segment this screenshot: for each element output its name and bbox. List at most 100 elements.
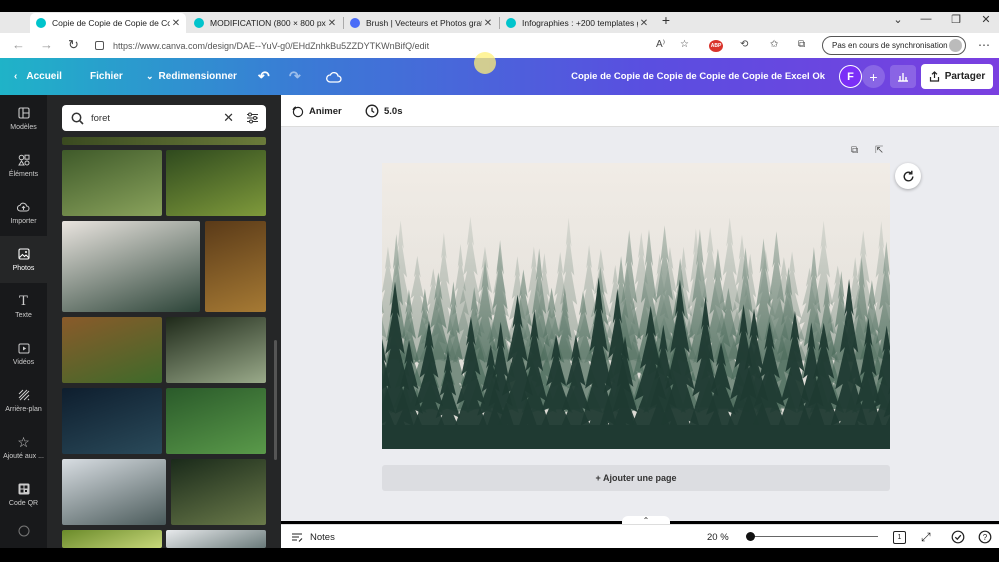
browser-tab-active[interactable]: Copie de Copie de Copie de Cop ✕ (30, 13, 186, 33)
rail-label: Ajouté aux ... (3, 452, 44, 460)
rail-item-text[interactable]: T Texte (0, 283, 47, 330)
search-field[interactable]: foret ✕ (62, 105, 266, 131)
context-toolbar: Animer 5.0s (281, 95, 999, 127)
forest-floor (382, 425, 890, 449)
sync-label: Pas en cours de synchronisation (832, 41, 948, 50)
rail-item-videos[interactable]: Vidéos (0, 330, 47, 377)
photo-misty-pine-forest[interactable] (62, 221, 200, 312)
add-page-button[interactable]: + Ajouter une page (382, 465, 890, 491)
sync-status-button[interactable]: Pas en cours de synchronisation (822, 36, 966, 55)
check-circle-icon[interactable] (951, 525, 965, 549)
close-tab-icon[interactable]: ✕ (170, 18, 182, 29)
elements-icon (17, 154, 30, 167)
cloud-save-icon[interactable] (326, 58, 342, 95)
rail-label: Photos (12, 264, 35, 272)
photo-forest-trunks[interactable] (62, 150, 162, 216)
rail-item-starred[interactable]: ☆ Ajouté aux ... (0, 424, 47, 471)
add-page-icon[interactable]: ⇱ (875, 145, 883, 156)
browser-tab[interactable]: MODIFICATION (800 × 800 px) - ✕ (188, 13, 342, 33)
rail-label: Éléments (8, 170, 39, 178)
share-button[interactable]: Partager (921, 64, 993, 89)
close-window-icon[interactable]: ✕ (976, 13, 996, 26)
file-menu-button[interactable]: Fichier (90, 58, 123, 95)
favorites-icon[interactable]: ✩ (770, 39, 778, 50)
star-icon: ☆ (17, 433, 30, 450)
rail-item-photos[interactable]: Photos (0, 236, 47, 283)
user-avatar[interactable]: F (839, 65, 862, 88)
zoom-slider-track[interactable] (750, 536, 878, 537)
help-icon[interactable]: ? (978, 525, 992, 549)
photo-top-strip[interactable] (62, 137, 266, 145)
favorite-star-icon[interactable]: ☆ (680, 39, 689, 50)
invite-plus-button[interactable]: + (862, 65, 885, 88)
photo-dense-green-trees[interactable] (166, 388, 266, 454)
collections-icon[interactable]: ⧉ (798, 39, 805, 50)
share-upload-icon (929, 71, 939, 82)
browser-tab[interactable]: Brush | Vecteurs et Photos gratu ✕ (344, 13, 498, 33)
rail-item-qr-code[interactable]: Code QR (0, 471, 47, 518)
rail-item-upload[interactable]: Importer (0, 189, 47, 236)
back-icon[interactable]: ← (12, 37, 25, 52)
home-label: Accueil (26, 71, 62, 82)
reload-icon[interactable]: ↻ (68, 37, 79, 53)
adblock-icon[interactable]: ABP (709, 40, 723, 52)
rail-item-more-apps[interactable] (0, 518, 47, 548)
fullscreen-icon[interactable]: ⤢ (921, 525, 931, 549)
url-field[interactable]: https://www.canva.com/design/DAE--YuV-g0… (95, 36, 695, 55)
clock-icon (365, 104, 379, 118)
tab-search-icon[interactable]: ⌄ (888, 13, 908, 26)
upload-icon (17, 201, 30, 214)
search-input[interactable]: foret (91, 113, 223, 124)
rail-item-templates[interactable]: Modèles (0, 95, 47, 142)
resize-button[interactable]: ⌄ Redimensionner (146, 58, 237, 95)
maximize-icon[interactable]: ❐ (946, 13, 966, 26)
extension-icon[interactable]: ⟲ (740, 39, 748, 50)
apps-icon (17, 525, 30, 538)
notes-button[interactable]: Notes (291, 525, 335, 549)
panel-scrollbar[interactable] (274, 340, 277, 460)
browser-tab[interactable]: Infographies : +200 templates g ✕ (500, 13, 654, 33)
page-count-button[interactable]: 1 (893, 525, 906, 549)
resize-icon: ⌄ (146, 71, 154, 81)
rail-item-elements[interactable]: Éléments (0, 142, 47, 189)
photo-forest-path-autumn[interactable] (205, 221, 266, 312)
refresh-button[interactable] (895, 163, 921, 189)
photo-snowy-forest[interactable] (166, 530, 266, 548)
photo-forest-aerial-green[interactable] (166, 150, 266, 216)
new-tab-button[interactable]: + (656, 12, 676, 28)
templates-icon (17, 107, 30, 120)
insights-chart-icon[interactable] (890, 65, 916, 88)
undo-icon[interactable]: ↶ (258, 58, 270, 95)
text-icon: T (19, 293, 28, 309)
misty-forest-photo (382, 163, 890, 449)
close-tab-icon[interactable]: ✕ (638, 18, 650, 29)
photo-mountain-mist-forest[interactable] (62, 459, 166, 525)
photo-forest-bridge[interactable] (171, 459, 266, 525)
forward-icon[interactable]: → (40, 37, 53, 52)
zoom-slider-handle[interactable] (746, 532, 755, 541)
more-menu-icon[interactable]: ⋯ (978, 38, 990, 52)
url-text: https://www.canva.com/design/DAE--YuV-g0… (113, 40, 430, 51)
photo-dark-blue-forest[interactable] (62, 388, 162, 454)
zoom-percentage[interactable]: 20 % (707, 525, 729, 549)
duration-button[interactable]: 5.0s (365, 95, 403, 127)
close-tab-icon[interactable]: ✕ (482, 18, 494, 29)
design-page[interactable] (382, 163, 890, 449)
close-tab-icon[interactable]: ✕ (326, 18, 338, 29)
clear-search-icon[interactable]: ✕ (223, 110, 234, 126)
redo-icon[interactable]: ↷ (289, 58, 301, 95)
minimize-icon[interactable]: — (916, 13, 936, 25)
animate-button[interactable]: Animer (291, 95, 342, 127)
page-count: 1 (893, 530, 906, 544)
address-bar-row: ← → ↻ https://www.canva.com/design/DAE--… (0, 33, 999, 58)
notes-label: Notes (310, 531, 335, 543)
photo-sunlit-forest[interactable] (62, 530, 162, 548)
photo-forest-canopy-looking-up[interactable] (166, 317, 266, 383)
duration-label: 5.0s (384, 105, 403, 117)
home-button[interactable]: ‹ Accueil (14, 58, 62, 95)
duplicate-page-icon[interactable]: ⧉ (851, 145, 858, 156)
rail-item-background[interactable]: Arrière-plan (0, 377, 47, 424)
read-aloud-icon[interactable]: A⁾ (656, 39, 665, 50)
photo-forest-road[interactable] (62, 317, 162, 383)
design-title[interactable]: Copie de Copie de Copie de Copie de Copi… (560, 58, 825, 95)
